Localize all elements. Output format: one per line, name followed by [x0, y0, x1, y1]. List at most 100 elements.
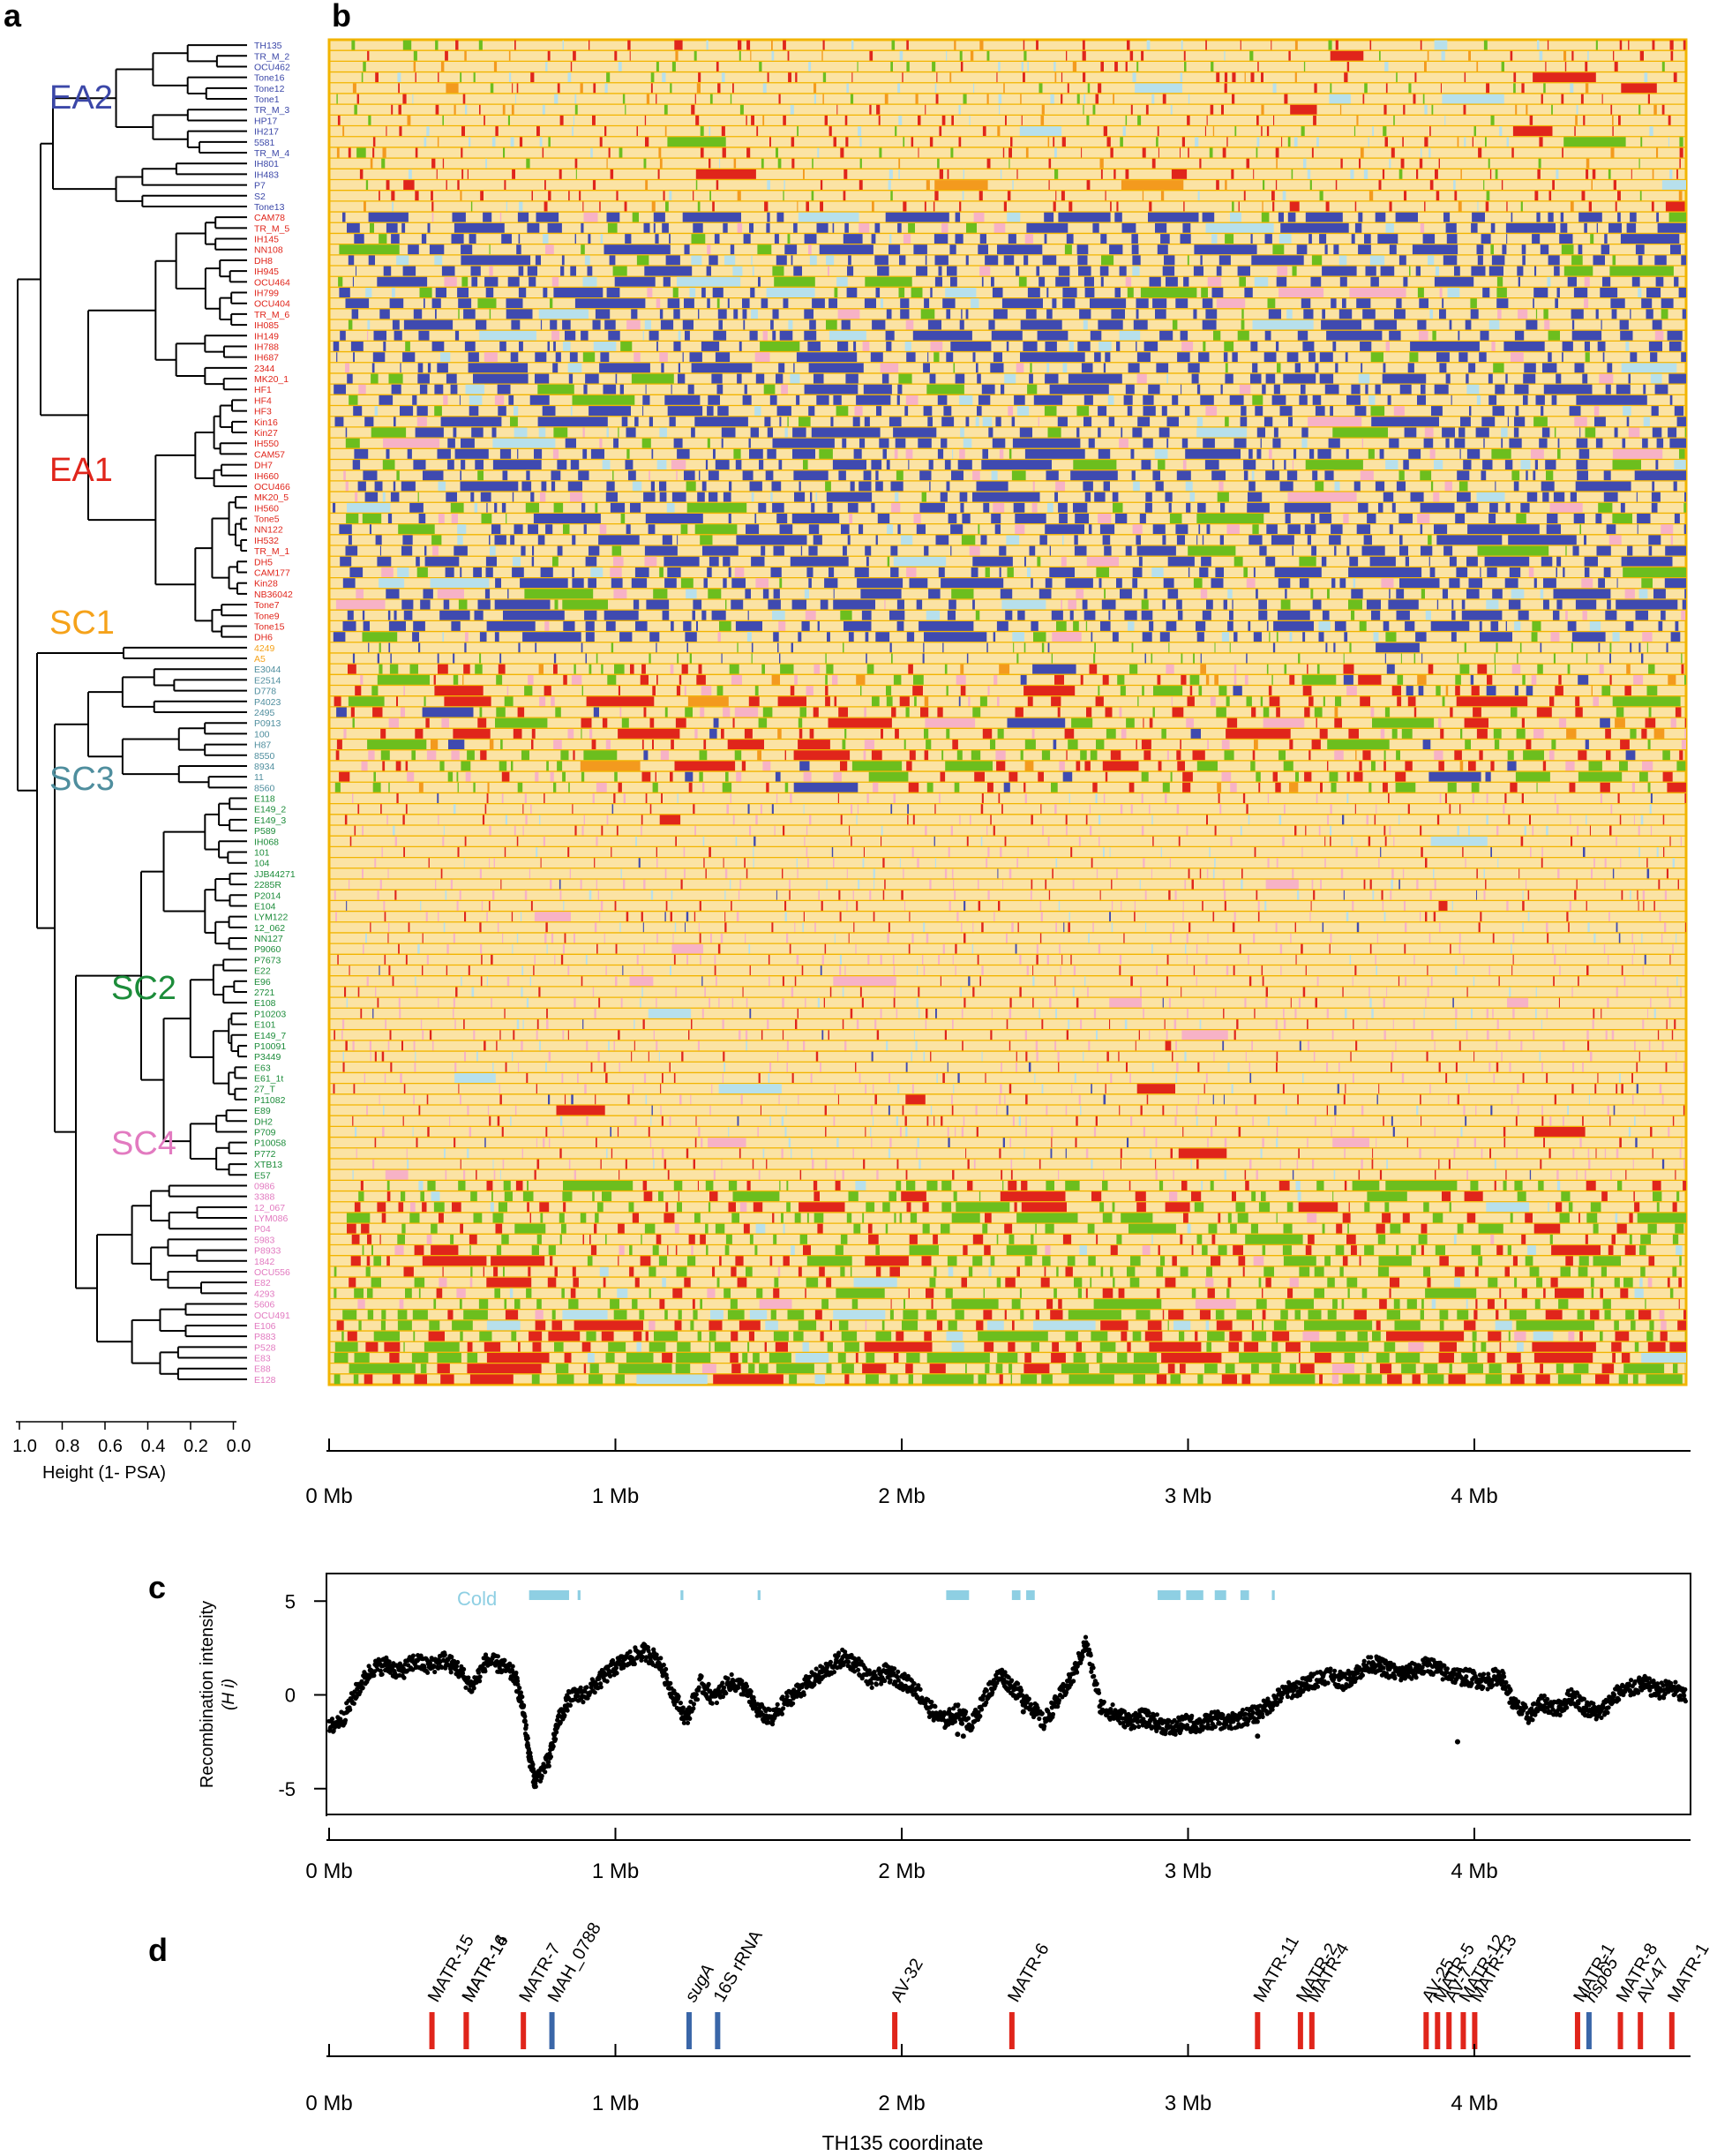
haplotype-block [1301, 943, 1303, 954]
haplotype-block [1320, 782, 1323, 793]
haplotype-block [997, 244, 1043, 255]
haplotype-block [1592, 169, 1596, 179]
haplotype-block [441, 717, 449, 728]
haplotype-block [372, 137, 376, 147]
haplotype-block [829, 330, 866, 341]
sample-label: E63 [254, 1063, 271, 1073]
haplotype-block [1642, 632, 1653, 642]
haplotype-block [1416, 169, 1419, 179]
haplotype-block [1684, 492, 1686, 502]
haplotype-block [707, 298, 710, 309]
haplotype-block [656, 858, 658, 868]
haplotype-block [1232, 201, 1234, 212]
haplotype-block [950, 524, 963, 535]
haplotype-block [707, 567, 712, 577]
haplotype-block [1005, 115, 1007, 125]
haplotype-block [1197, 191, 1200, 201]
haplotype-block [747, 610, 749, 620]
haplotype-block [382, 761, 386, 771]
haplotype-block [1187, 696, 1195, 707]
haplotype-block [1273, 621, 1314, 631]
haplotype-block [699, 750, 708, 761]
haplotype-block [563, 621, 575, 631]
haplotype-block [393, 481, 396, 492]
sample-label: E2514 [254, 675, 281, 686]
haplotype-block [1384, 653, 1386, 664]
haplotype-block [1253, 933, 1256, 943]
haplotype-block [459, 890, 461, 900]
haplotype-block [744, 858, 746, 868]
haplotype-block [1186, 502, 1191, 513]
haplotype-block [1309, 448, 1315, 459]
haplotype-block [642, 394, 650, 405]
haplotype-block [418, 514, 426, 523]
haplotype-block [1061, 94, 1063, 104]
haplotype-block [1052, 298, 1057, 309]
haplotype-block [1169, 933, 1172, 943]
haplotype-block [1182, 771, 1193, 782]
haplotype-block [1096, 868, 1098, 879]
haplotype-block [1433, 492, 1440, 502]
haplotype-block [502, 933, 504, 943]
haplotype-block [1648, 535, 1661, 545]
haplotype-block [582, 201, 584, 212]
haplotype-block [590, 448, 604, 459]
haplotype-block [1364, 83, 1368, 94]
haplotype-block [1641, 653, 1644, 664]
haplotype-block [1399, 384, 1412, 394]
haplotype-block [337, 954, 339, 965]
haplotype-block [630, 664, 634, 674]
haplotype-block [721, 653, 723, 664]
haplotype-block [839, 912, 842, 922]
haplotype-block [1177, 610, 1183, 620]
haplotype-block [1233, 965, 1235, 976]
haplotype-block [1565, 545, 1567, 556]
haplotype-block [409, 169, 412, 179]
haplotype-block [442, 836, 445, 846]
sample-label: 5606 [254, 1300, 275, 1311]
sample-label: Tone13 [254, 202, 285, 213]
haplotype-block [1167, 589, 1179, 599]
haplotype-block [1134, 901, 1136, 911]
haplotype-block [1345, 352, 1348, 363]
haplotype-block [469, 137, 471, 147]
haplotype-block [1243, 567, 1248, 577]
haplotype-block [947, 610, 956, 620]
haplotype-block [1495, 664, 1496, 674]
haplotype-block [672, 933, 674, 943]
haplotype-block [710, 933, 712, 943]
haplotype-block [613, 556, 624, 567]
haplotype-block [875, 535, 878, 545]
haplotype-block [415, 728, 424, 739]
haplotype-block [706, 266, 711, 276]
haplotype-block [1061, 137, 1066, 147]
haplotype-block [806, 847, 808, 857]
haplotype-block [778, 460, 783, 470]
haplotype-block [776, 212, 784, 222]
haplotype-block [879, 438, 889, 448]
figure: a b c d TH135TR_M_2OCU462Tone16Tone12Ton… [4, 0, 1713, 2154]
haplotype-block [916, 599, 923, 610]
haplotype-block [1113, 94, 1114, 104]
haplotype-block [1203, 342, 1206, 351]
haplotype-block [808, 244, 812, 255]
haplotype-block [583, 815, 585, 825]
haplotype-block [489, 535, 491, 545]
haplotype-block [1417, 514, 1430, 523]
haplotype-block [888, 169, 893, 179]
haplotype-block [1117, 674, 1125, 685]
haplotype-block [464, 342, 476, 351]
haplotype-block [1593, 1008, 1595, 1018]
haplotype-block [856, 815, 858, 825]
sample-label: P10058 [254, 1138, 286, 1149]
haplotype-block [1684, 717, 1686, 728]
haplotype-block [1604, 879, 1606, 890]
haplotype-block [1493, 728, 1502, 739]
haplotype-block [1255, 406, 1263, 417]
haplotype-block [1144, 502, 1152, 513]
haplotype-block [1092, 222, 1099, 233]
haplotype-block [1376, 642, 1420, 653]
haplotype-block [606, 815, 609, 825]
haplotype-block [461, 761, 471, 771]
haplotype-block [434, 406, 442, 417]
